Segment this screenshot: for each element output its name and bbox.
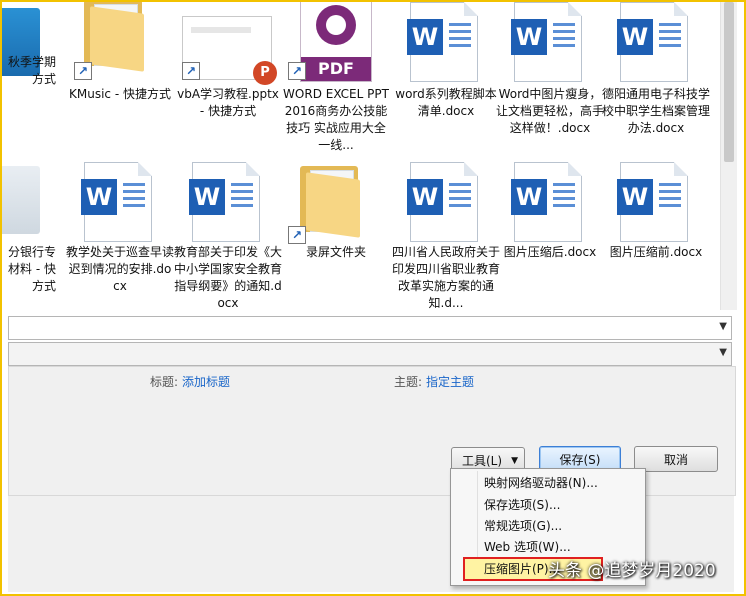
save-as-type-dropdown[interactable]: ▼ xyxy=(8,342,732,366)
file-list-pane[interactable]: 秋季学期 方式 ↗ KMusic - 快捷方式 P ↗ vbA学习教程.pptx… xyxy=(2,2,720,310)
word-doc-icon: W xyxy=(602,2,710,84)
file-label: Word中图片瘦身，让文档更轻松，高手这样做！.docx xyxy=(496,87,605,135)
pdf-icon: PDF ↗ xyxy=(282,2,390,84)
file-label: 德阳通用电子科技学校中职学生档案管理办法.docx xyxy=(602,87,711,135)
cancel-button[interactable]: 取消 xyxy=(634,446,718,472)
file-name-field[interactable]: ▼ xyxy=(8,316,732,340)
folder-shortcut-icon: ↗ xyxy=(66,2,174,84)
add-title-link[interactable]: 添加标题 xyxy=(182,375,230,389)
vertical-scrollbar[interactable] xyxy=(720,2,737,310)
menu-item-general-options[interactable]: 常规选项(G)... xyxy=(451,516,643,537)
folder-shortcut-icon: ↗ xyxy=(282,160,390,244)
word-doc-icon: W xyxy=(602,160,710,242)
word-doc-icon: W xyxy=(496,160,604,242)
word-doc-icon: W xyxy=(496,2,604,84)
menu-item-map-network-drive[interactable]: 映射网络驱动器(N)... xyxy=(451,473,643,494)
watermark: 头条 @追梦岁月2020 xyxy=(548,561,716,581)
tools-button-label: 工具(L) xyxy=(462,454,503,468)
file-label: 四川省人民政府关于印发四川省职业教育改革实施方案的通知.d... xyxy=(392,245,501,310)
file-label: 图片压缩后.docx xyxy=(503,245,597,259)
file-label: KMusic - 快捷方式 xyxy=(69,87,171,101)
word-doc-icon: W xyxy=(392,2,500,84)
chevron-down-icon[interactable]: ▼ xyxy=(719,347,727,358)
title-meta: 标题: 添加标题 xyxy=(150,373,230,390)
chevron-down-icon[interactable]: ▼ xyxy=(719,321,727,332)
file-label: 分银行专 材料 - 快 方式 xyxy=(7,245,56,293)
word-doc-icon: W xyxy=(174,160,282,242)
pptx-shortcut-icon: P ↗ xyxy=(174,2,282,85)
title-label: 标题: xyxy=(150,375,179,389)
app-icon xyxy=(2,160,56,242)
specify-subject-link[interactable]: 指定主题 xyxy=(426,375,474,389)
menu-item-web-options[interactable]: Web 选项(W)... xyxy=(451,537,643,558)
scrollbar-thumb[interactable] xyxy=(724,2,734,162)
file-label: 图片压缩前.docx xyxy=(609,245,703,259)
word-doc-icon: W xyxy=(392,160,500,242)
file-label: 教学处关于巡查早读迟到情况的安排.docx xyxy=(66,245,175,293)
file-label: 秋季学期 方式 xyxy=(7,55,56,86)
menu-item-save-options[interactable]: 保存选项(S)... xyxy=(451,495,643,516)
subject-meta: 主题: 指定主题 xyxy=(394,373,474,390)
file-label: WORD EXCEL PPT2016商务办公技能 技巧 实战应用大全 一线... xyxy=(283,87,389,152)
file-label: 录屏文件夹 xyxy=(305,245,366,259)
file-label: word系列教程脚本清单.docx xyxy=(395,87,497,118)
file-label: 教育部关于印发《大中小学国家安全教育指导纲要》的通知.docx xyxy=(174,245,283,310)
file-label: vbA学习教程.pptx - 快捷方式 xyxy=(177,87,279,118)
subject-label: 主题: xyxy=(394,375,423,389)
word-doc-icon: W xyxy=(66,160,174,242)
